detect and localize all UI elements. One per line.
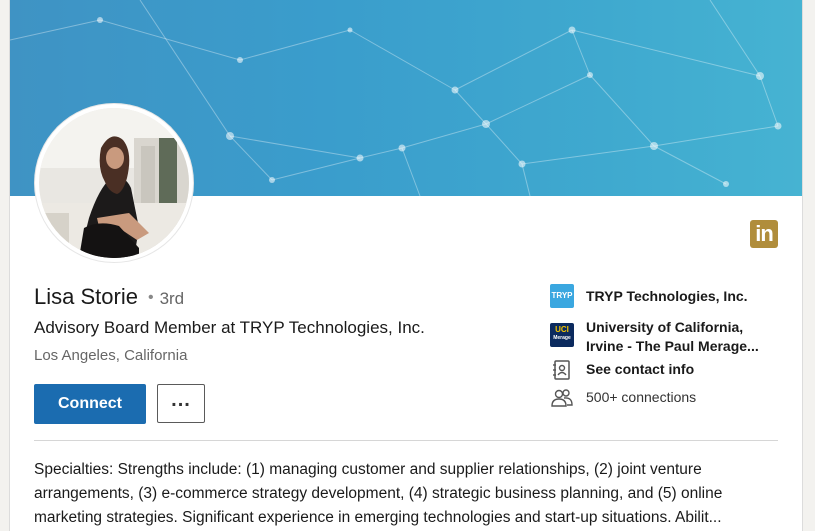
current-company[interactable]: TRYP TRYP Technologies, Inc.: [550, 284, 780, 308]
profile-headline: Advisory Board Member at TRYP Technologi…: [34, 318, 425, 337]
summary-line: Specialties: Strengths include: (1) mana…: [34, 461, 702, 478]
summary-line: marketing strategies. Significant experi…: [34, 509, 722, 526]
profile-name-row: Lisa Storie • 3rd: [34, 284, 184, 310]
contact-card-icon: [550, 359, 574, 383]
school-logo-text: UCI: [555, 325, 569, 334]
divider: [34, 440, 778, 441]
school-logo-subtext: Merage: [553, 335, 571, 341]
contact-info-link[interactable]: See contact info: [550, 359, 780, 381]
linkedin-logo-icon: in: [750, 220, 778, 248]
profile-photo: [39, 108, 189, 258]
school-name-line1: University of California,: [586, 319, 744, 335]
degree-separator: •: [147, 289, 154, 306]
profile-location: Los Angeles, California: [34, 347, 188, 364]
connections-count: 500+ connections: [586, 389, 697, 405]
profile-name: Lisa Storie: [34, 284, 138, 309]
company-logo-icon: TRYP: [550, 284, 574, 308]
people-icon: [550, 387, 574, 411]
connection-degree: 3rd: [159, 289, 185, 308]
profile-summary[interactable]: Specialties: Strengths include: (1) mana…: [34, 458, 782, 530]
contact-info-label: See contact info: [586, 361, 695, 377]
connect-button[interactable]: Connect: [34, 384, 146, 424]
avatar[interactable]: [35, 104, 193, 262]
company-name: TRYP Technologies, Inc.: [586, 288, 748, 304]
education[interactable]: UCI Merage University of California, Irv…: [550, 318, 780, 359]
connections-link[interactable]: 500+ connections: [550, 387, 780, 409]
school-name-line2: Irvine - The Paul Merage...: [586, 338, 759, 354]
summary-line: arrangements, (3) e-commerce strategy de…: [34, 485, 723, 502]
profile-card: in Lisa Storie • 3rd Advisory Board Member…: [9, 0, 803, 531]
more-actions-button[interactable]: ...: [157, 384, 205, 423]
school-name: University of California, Irvine - The P…: [586, 318, 759, 356]
school-logo-icon: UCI Merage: [550, 323, 574, 347]
